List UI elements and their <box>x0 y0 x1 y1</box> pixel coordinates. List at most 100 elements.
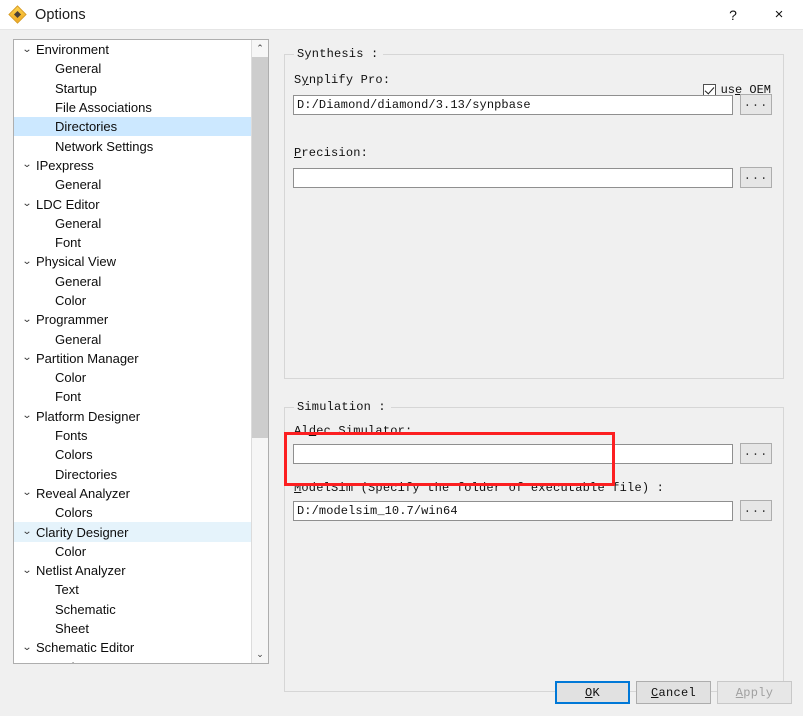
precision-browse-button[interactable]: ... <box>740 167 772 188</box>
modelsim-path-input[interactable]: D:/modelsim_10.7/win64 <box>293 501 733 521</box>
sidebar-item-label: Startup <box>55 80 97 96</box>
chevron-down-icon[interactable]: ⌄ <box>16 44 39 55</box>
settings-category-tree[interactable]: ⌄ Environment General Startup File Associati… <box>13 39 269 664</box>
sidebar-item-label: Reveal Analyzer <box>36 485 130 501</box>
close-icon[interactable]: × <box>755 0 803 29</box>
sidebar-item-label: Sheet <box>55 621 89 637</box>
scrollbar-thumb[interactable] <box>252 57 268 438</box>
sidebar-item-general[interactable]: General <box>14 272 252 291</box>
sidebar-item-label: Clarity Designer <box>36 524 129 540</box>
diamond-app-icon <box>8 4 27 24</box>
precision-label: Precision: <box>294 146 369 160</box>
sidebar-item-label: IPexpress <box>36 157 94 173</box>
sidebar-item-label: Colors <box>55 505 93 521</box>
sidebar-item-programmer[interactable]: ⌄ Programmer <box>14 310 252 329</box>
aldec-simulator-label: Aldec Simulator: <box>294 424 413 438</box>
sidebar-item-fonts[interactable]: Fonts <box>14 426 252 445</box>
modelsim-browse-button[interactable]: ... <box>740 500 772 521</box>
chevron-down-icon[interactable]: ⌄ <box>16 488 39 498</box>
chevron-down-icon[interactable]: ⌄ <box>16 411 39 421</box>
sidebar-item-label: Directories <box>55 119 118 135</box>
chevron-down-icon[interactable]: ⌄ <box>16 642 39 653</box>
synplify-pro-label: Synplify Pro: <box>294 73 391 87</box>
window-title: Options <box>35 6 86 23</box>
sidebar-item-label: General <box>55 273 102 289</box>
sidebar-item-clarity-designer[interactable]: ⌄ Clarity Designer <box>14 522 252 542</box>
sidebar-item-label: File Associations <box>55 100 152 116</box>
chevron-down-icon[interactable]: ⌄ <box>16 160 39 170</box>
sidebar-item-label: Colors <box>55 660 93 663</box>
aldec-simulator-browse-button[interactable]: ... <box>740 443 772 464</box>
sidebar-item-label: Fonts <box>55 428 88 444</box>
sidebar-item-reveal-analyzer[interactable]: ⌄ Reveal Analyzer <box>14 484 252 503</box>
sidebar-item-ldc-editor[interactable]: ⌄ LDC Editor <box>14 194 252 213</box>
sidebar-item-label: Color <box>55 293 87 308</box>
sidebar-item-label: General <box>55 177 102 193</box>
apply-button: Apply <box>717 681 792 704</box>
help-icon[interactable]: ? <box>711 0 755 29</box>
sidebar-item-general[interactable]: General <box>14 59 252 78</box>
sidebar-item-general[interactable]: General <box>14 214 252 233</box>
sidebar-item-label: Colors <box>55 447 93 463</box>
scroll-up-arrow-icon[interactable]: ⌃ <box>252 40 268 57</box>
sidebar-item-text[interactable]: Text <box>14 580 252 599</box>
sidebar-item-colors[interactable]: Colors <box>14 658 252 663</box>
aldec-simulator-path-input[interactable] <box>293 444 733 464</box>
chevron-down-icon[interactable]: ⌄ <box>16 256 39 267</box>
chevron-down-icon[interactable]: ⌄ <box>16 199 39 209</box>
sidebar-item-color[interactable]: Color <box>14 368 252 387</box>
chevron-down-icon[interactable]: ⌄ <box>16 527 39 537</box>
title-bar-divider <box>0 29 803 30</box>
sidebar-item-environment[interactable]: ⌄ Environment <box>14 40 252 59</box>
cancel-button[interactable]: Cancel <box>636 681 711 704</box>
synthesis-group: Synthesis : Synplify Pro: use OEM D:/Dia… <box>284 47 784 379</box>
sidebar-item-font[interactable]: Font <box>14 233 252 252</box>
sidebar-item-sheet[interactable]: Sheet <box>14 619 252 638</box>
sidebar-item-label: Partition Manager <box>36 350 139 366</box>
sidebar-item-ipexpress[interactable]: ⌄ IPexpress <box>14 156 252 175</box>
sidebar-item-label: Physical View <box>36 254 116 270</box>
sidebar-item-general[interactable]: General <box>14 329 252 348</box>
sidebar-item-color[interactable]: Color <box>14 542 252 561</box>
precision-path-input[interactable] <box>293 168 733 188</box>
sidebar-item-schematic-editor[interactable]: ⌄ Schematic Editor <box>14 638 252 657</box>
sidebar-item-general[interactable]: General <box>14 175 252 194</box>
chevron-down-icon[interactable]: ⌄ <box>16 565 39 576</box>
sidebar-item-partition-manager[interactable]: ⌄ Partition Manager <box>14 349 252 368</box>
sidebar-item-label: General <box>55 331 102 347</box>
sidebar-item-schematic[interactable]: Schematic <box>14 600 252 619</box>
tree-scrollbar[interactable]: ⌃ ⌄ <box>251 40 268 663</box>
sidebar-item-netlist-analyzer[interactable]: ⌄ Netlist Analyzer <box>14 561 252 580</box>
chevron-down-icon[interactable]: ⌄ <box>16 353 39 363</box>
sidebar-item-directories[interactable]: Directories <box>14 117 252 137</box>
simulation-group: Simulation : Aldec Simulator: ... ModelS… <box>284 400 784 692</box>
sidebar-item-colors[interactable]: Colors <box>14 445 252 464</box>
synplify-pro-browse-button[interactable]: ... <box>740 94 772 115</box>
sidebar-item-color[interactable]: Color <box>14 291 252 310</box>
sidebar-item-label: Network Settings <box>55 138 154 154</box>
simulation-group-title: Simulation : <box>294 400 391 414</box>
sidebar-item-startup[interactable]: Startup <box>14 79 252 98</box>
chevron-down-icon[interactable]: ⌄ <box>16 314 39 325</box>
sidebar-item-label: Directories <box>55 466 118 482</box>
modelsim-label: ModelSim (Specify the folder of executab… <box>294 481 665 495</box>
sidebar-item-font[interactable]: Font <box>14 387 252 406</box>
synthesis-group-title: Synthesis : <box>294 47 384 61</box>
sidebar-item-file-associations[interactable]: File Associations <box>14 98 252 117</box>
sidebar-item-colors[interactable]: Colors <box>14 503 252 522</box>
sidebar-item-directories[interactable]: Directories <box>14 465 252 484</box>
ok-button[interactable]: OK <box>555 681 630 704</box>
sidebar-item-platform-designer[interactable]: ⌄ Platform Designer <box>14 407 252 426</box>
sidebar-item-physical-view[interactable]: ⌄ Physical View <box>14 252 252 271</box>
synplify-pro-path-input[interactable]: D:/Diamond/diamond/3.13/synpbase <box>293 95 733 115</box>
sidebar-item-label: LDC Editor <box>36 196 100 212</box>
sidebar-item-label: Color <box>55 543 87 559</box>
sidebar-item-label: General <box>55 215 102 231</box>
sidebar-item-label: Text <box>55 582 79 598</box>
sidebar-item-label: Color <box>55 370 87 386</box>
sidebar-item-network-settings[interactable]: Network Settings <box>14 136 252 155</box>
sidebar-item-label: Netlist Analyzer <box>36 563 126 579</box>
sidebar-item-label: Schematic <box>55 601 116 617</box>
sidebar-item-label: Font <box>55 389 82 405</box>
scroll-down-arrow-icon[interactable]: ⌄ <box>252 646 268 663</box>
